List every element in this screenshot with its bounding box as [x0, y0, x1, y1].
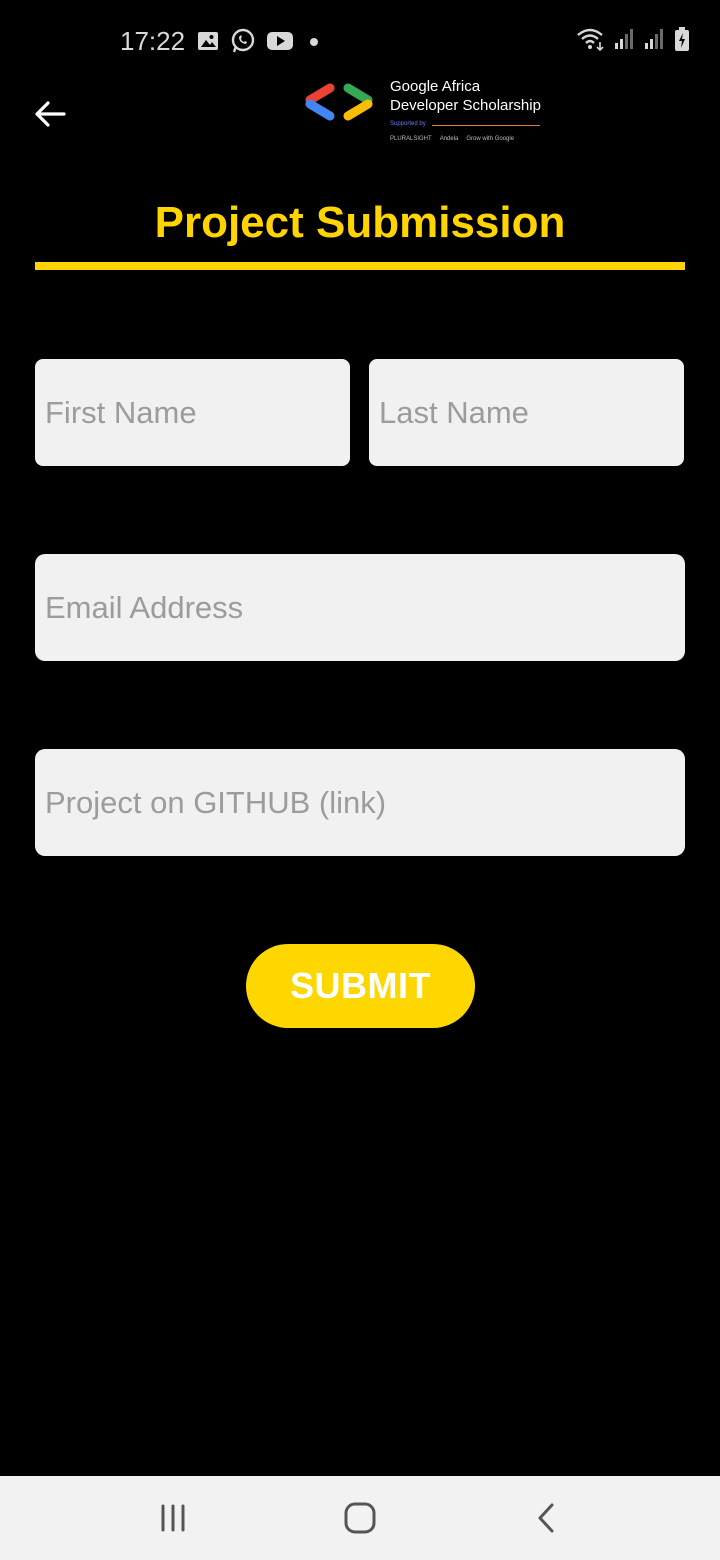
- whatsapp-icon: [230, 28, 256, 59]
- gallery-icon: [196, 29, 220, 58]
- title-underline: [35, 262, 685, 270]
- first-name-field[interactable]: [35, 359, 350, 466]
- youtube-icon: [266, 30, 294, 57]
- home-icon: [344, 1502, 376, 1534]
- logo-title-line1: Google Africa: [390, 78, 481, 95]
- arrow-left-icon: [35, 101, 66, 127]
- back-button[interactable]: [28, 92, 72, 136]
- system-icons: [576, 26, 690, 57]
- battery-charging-icon: [674, 26, 690, 57]
- status-time: 17:22: [120, 26, 186, 56]
- nav-back-button[interactable]: [522, 1496, 572, 1540]
- partner-andela: Andela: [439, 136, 459, 142]
- partner-grow-with-google: Grow with Google: [466, 136, 515, 142]
- gads-logo: Google Africa Developer Scholarship Supp…: [302, 78, 552, 150]
- recent-apps-button[interactable]: [148, 1496, 198, 1540]
- last-name-field[interactable]: [369, 359, 684, 466]
- github-link-field[interactable]: [35, 749, 685, 856]
- logo-divider: [432, 125, 540, 126]
- notification-icons: [196, 28, 324, 59]
- page-title: Project Submission: [154, 198, 566, 247]
- signal-icon: [644, 27, 666, 56]
- logo-title-line2: Developer Scholarship: [390, 97, 541, 114]
- code-brackets-logo-icon: [305, 83, 373, 121]
- email-field[interactable]: [35, 554, 685, 661]
- system-nav-bar: [0, 1476, 720, 1560]
- back-icon: [538, 1503, 554, 1533]
- recent-apps-icon: [161, 1504, 185, 1532]
- dot-icon: [304, 31, 324, 56]
- logo-partners: PLURALSIGHT Andela Grow with Google: [390, 136, 514, 142]
- submit-button[interactable]: SUBMIT: [246, 944, 475, 1028]
- status-bar: 17:22: [0, 0, 720, 80]
- logo-supported-by: Supported by: [390, 121, 426, 127]
- partner-pluralsight: PLURALSIGHT: [390, 136, 432, 142]
- home-button[interactable]: [335, 1496, 385, 1540]
- wifi-icon: [576, 26, 606, 57]
- signal-icon: [614, 27, 636, 56]
